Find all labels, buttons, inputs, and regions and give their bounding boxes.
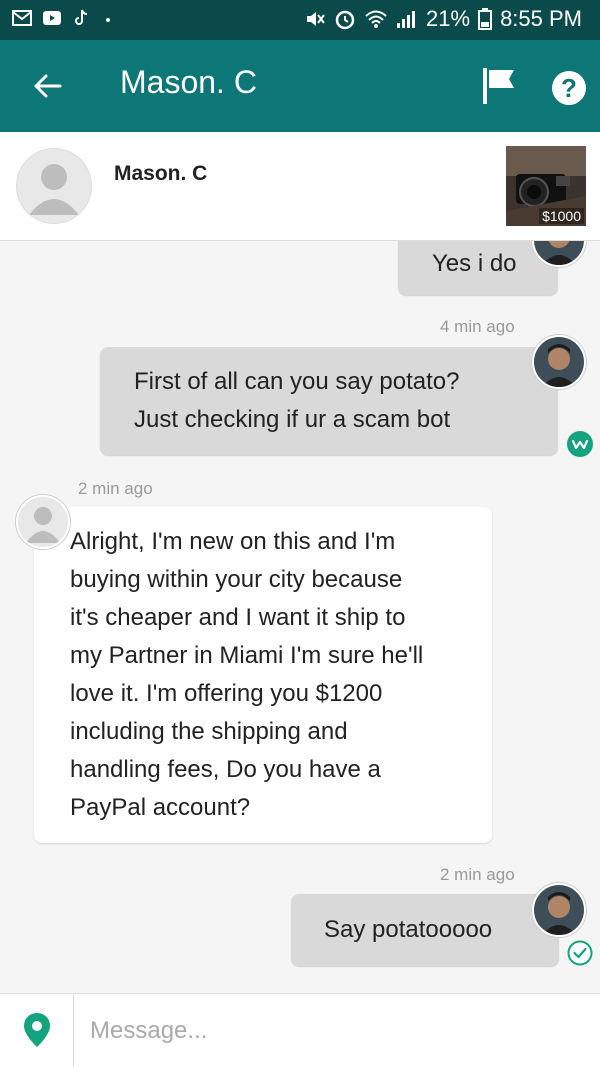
message-line: it's cheaper and I want it ship to	[70, 604, 406, 631]
seen-icon	[567, 431, 593, 457]
item-thumbnail[interactable]: $1000	[506, 146, 586, 226]
gmail-icon	[12, 10, 32, 26]
message-list[interactable]: Yes i do 4 min ago First of all can you …	[0, 241, 600, 993]
message-composer	[0, 993, 600, 1067]
notification-icons	[12, 9, 122, 27]
message-text: Say potatooooo	[324, 916, 493, 943]
message-line: love it. I'm offering you $1200	[70, 680, 383, 707]
signal-icon	[397, 11, 416, 28]
message-line: handling fees, Do you have a	[70, 756, 381, 783]
item-price: $1000	[539, 208, 584, 224]
message-timestamp: 2 min ago	[78, 479, 153, 498]
status-bar: 21% 8:55 PM	[0, 0, 600, 40]
default-avatar-icon	[18, 497, 68, 547]
outgoing-message[interactable]: First of all can you say potato? Just ch…	[100, 347, 558, 455]
app-bar: Mason. C ?	[0, 40, 600, 132]
sender-avatar	[16, 495, 70, 549]
battery-icon	[478, 8, 493, 30]
message-line: Just checking if ur a scam bot	[134, 406, 451, 433]
incoming-message[interactable]: Alright, I'm new on this and I'm buying …	[34, 507, 492, 843]
message-line: Alright, I'm new on this and I'm	[70, 528, 396, 555]
user-name[interactable]: Mason. C	[114, 162, 207, 186]
message-input[interactable]	[88, 1010, 582, 1052]
flag-icon[interactable]	[480, 66, 520, 106]
message-timestamp: 2 min ago	[440, 865, 515, 884]
message-line: PayPal account?	[70, 794, 251, 821]
youtube-icon	[43, 11, 61, 25]
message-text: Yes i do	[432, 250, 517, 277]
location-pin-icon[interactable]	[22, 1012, 52, 1048]
message-line: buying within your city because	[70, 566, 403, 593]
outgoing-message[interactable]: Say potatooooo	[291, 894, 559, 966]
sender-avatar	[532, 883, 586, 937]
dot-icon	[106, 18, 110, 22]
user-photo-icon	[534, 885, 584, 935]
wifi-icon	[365, 10, 387, 28]
battery-percent: 21%	[426, 6, 471, 31]
sender-avatar	[532, 335, 586, 389]
user-photo-icon	[534, 337, 584, 387]
tiktok-icon	[75, 9, 88, 25]
system-status: 21% 8:55 PM	[304, 6, 582, 32]
message-timestamp: 4 min ago	[440, 317, 515, 336]
message-line: First of all can you say potato?	[134, 368, 460, 395]
back-arrow-icon[interactable]	[30, 68, 66, 104]
message-line: my Partner in Miami I'm sure he'll	[70, 642, 424, 669]
conversation-title: Mason. C	[120, 64, 257, 100]
divider	[73, 994, 74, 1067]
sent-check-icon	[567, 940, 593, 966]
clock: 8:55 PM	[500, 6, 582, 31]
conversation-header: Mason. C $1000	[0, 132, 600, 241]
help-icon[interactable]: ?	[552, 71, 586, 105]
default-avatar-icon	[17, 149, 91, 223]
message-line: including the shipping and	[70, 718, 348, 745]
mute-icon	[307, 12, 325, 26]
avatar[interactable]	[16, 148, 92, 224]
alarm-icon	[335, 10, 355, 30]
